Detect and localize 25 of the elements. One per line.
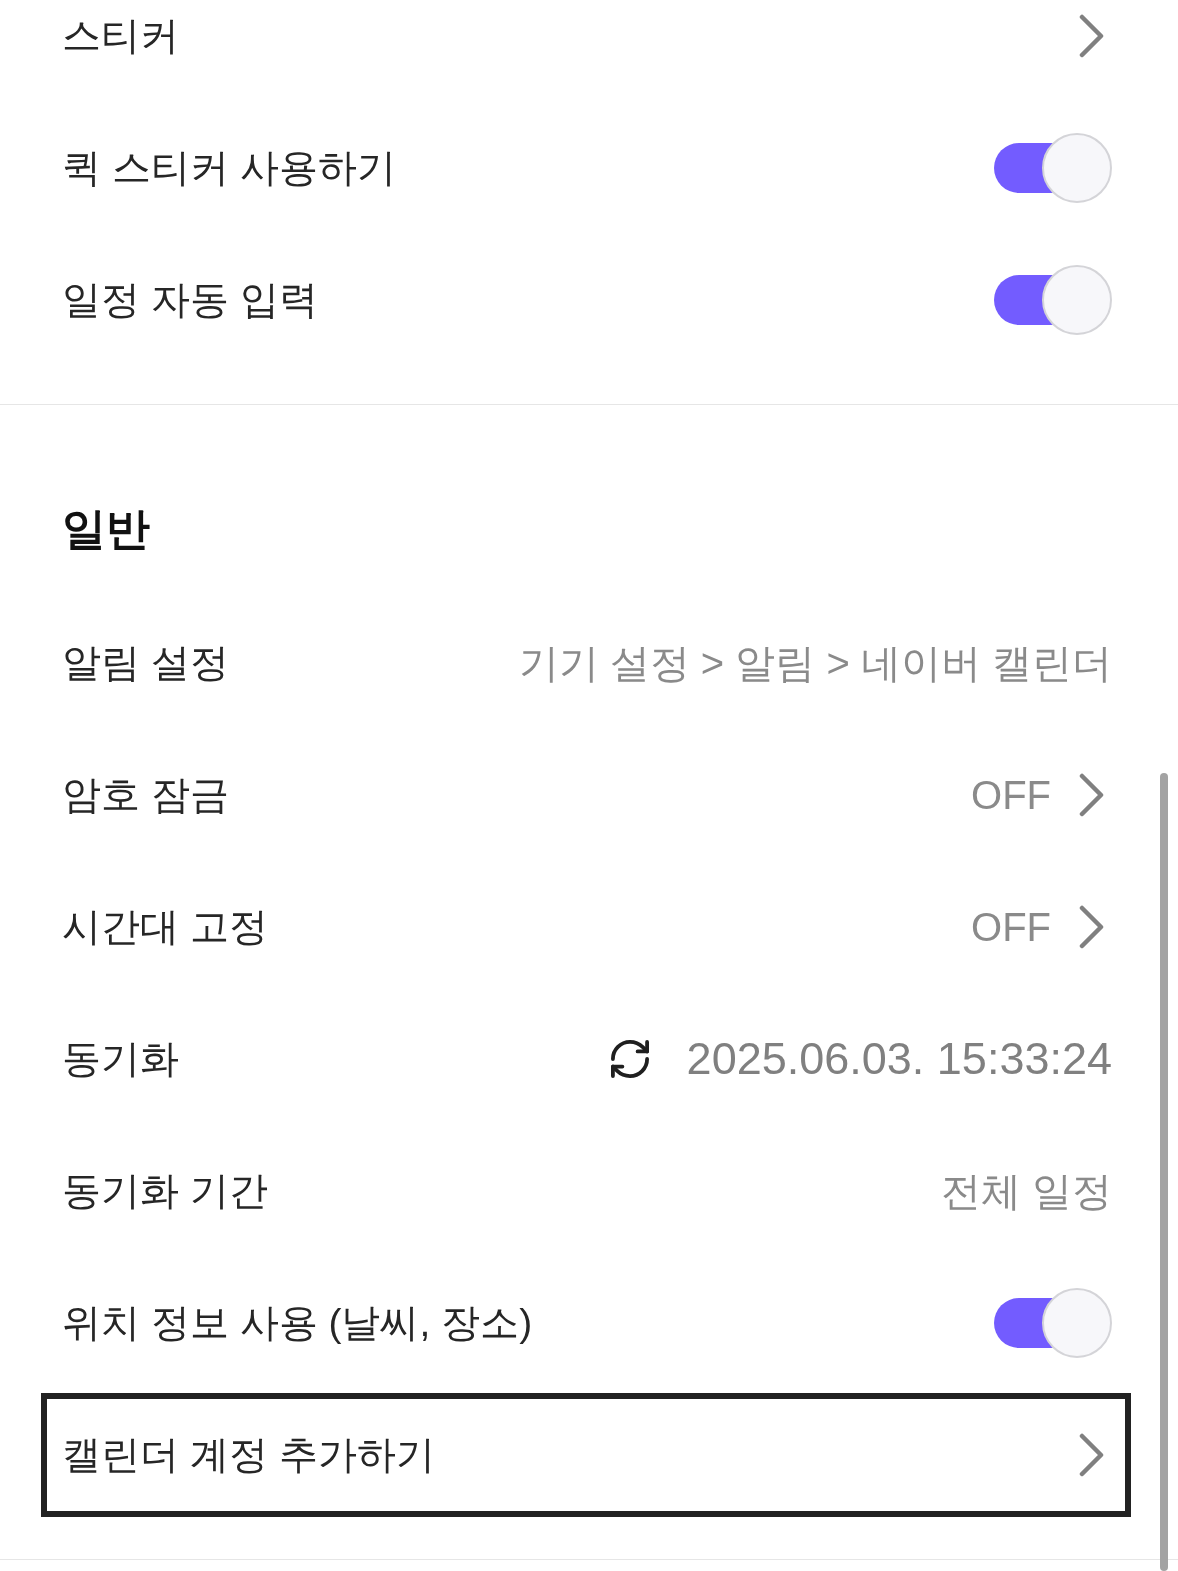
setting-label: 일정 자동 입력	[62, 276, 318, 323]
toggle-switch[interactable]	[994, 1288, 1112, 1358]
chevron-right-icon	[1079, 905, 1105, 949]
toggle-switch[interactable]	[994, 133, 1112, 203]
section-title: 일반	[62, 504, 150, 553]
setting-label[interactable]: 알림 설정	[62, 633, 229, 693]
setting-value: OFF	[971, 904, 1051, 951]
setting-value: 전체 일정	[940, 1168, 1112, 1215]
setting-value: OFF	[971, 772, 1051, 819]
setting-label[interactable]: 캘린더 계정 추가하기	[62, 1425, 435, 1485]
toggle-switch[interactable]	[994, 265, 1112, 335]
setting-value: 기기 설정 > 알림 > 네이버 캘린더	[518, 640, 1112, 687]
setting-label: 위치 정보 사용 (날씨, 장소)	[62, 1299, 533, 1346]
highlight-frame[interactable]: 캘린더 계정 추가하기	[41, 1393, 1131, 1517]
setting-label[interactable]: 동기화 기간	[62, 1161, 268, 1221]
chevron-right-icon	[1079, 773, 1105, 817]
setting-label[interactable]: 동기화	[62, 1029, 179, 1089]
chevron-right-icon	[1079, 1433, 1105, 1477]
setting-label[interactable]: 스티커	[62, 6, 179, 66]
sync-timestamp: 2025.06.03. 15:33:24	[686, 1032, 1112, 1087]
setting-label[interactable]: 시간대 고정	[62, 897, 268, 957]
chevron-right-icon	[1079, 14, 1105, 58]
setting-label: 퀵 스티커 사용하기	[62, 144, 396, 191]
setting-label[interactable]: 암호 잠금	[62, 765, 229, 825]
sync-icon[interactable]	[610, 1040, 649, 1078]
